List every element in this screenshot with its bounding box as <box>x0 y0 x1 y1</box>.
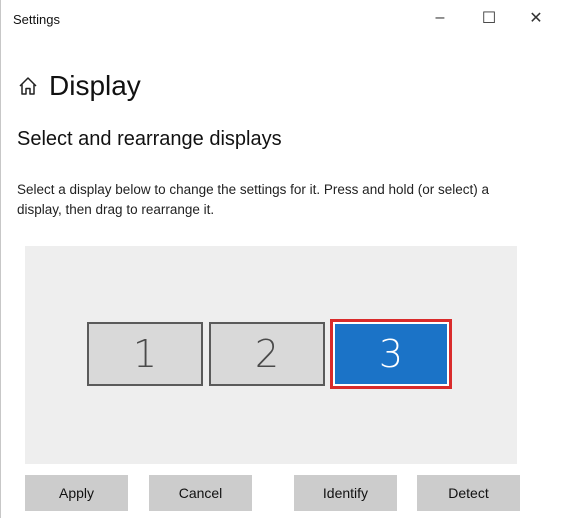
home-icon[interactable] <box>17 75 39 97</box>
display-3-label: 3 <box>378 332 404 376</box>
section-heading: Select and rearrange displays <box>17 128 282 150</box>
detect-button[interactable]: Detect <box>417 475 520 511</box>
cancel-button[interactable]: Cancel <box>149 475 252 511</box>
page-title: Display <box>49 70 141 101</box>
identify-button[interactable]: Identify <box>294 475 397 511</box>
display-2-label: 2 <box>254 332 280 376</box>
page-header: Display <box>17 70 141 102</box>
maximize-icon: ☐ <box>481 10 497 27</box>
display-arrangement-area[interactable]: 1 2 3 <box>25 246 517 464</box>
apply-button[interactable]: Apply <box>25 475 128 511</box>
maximize-button[interactable]: ☐ <box>466 0 512 36</box>
window-title: Settings <box>13 12 60 27</box>
display-2[interactable]: 2 <box>209 322 325 386</box>
section-description: Select a display below to change the set… <box>17 182 490 217</box>
minimize-button[interactable]: – <box>417 0 463 36</box>
display-1-label: 1 <box>132 332 158 376</box>
display-1[interactable]: 1 <box>87 322 203 386</box>
display-3[interactable]: 3 <box>330 319 452 389</box>
close-button[interactable]: ✕ <box>513 0 559 36</box>
minimize-icon: – <box>435 9 445 26</box>
title-bar[interactable]: Settings – ☐ ✕ <box>1 0 561 40</box>
settings-window: Settings – ☐ ✕ Display Select and rearra… <box>0 0 561 518</box>
close-icon: ✕ <box>529 10 543 27</box>
